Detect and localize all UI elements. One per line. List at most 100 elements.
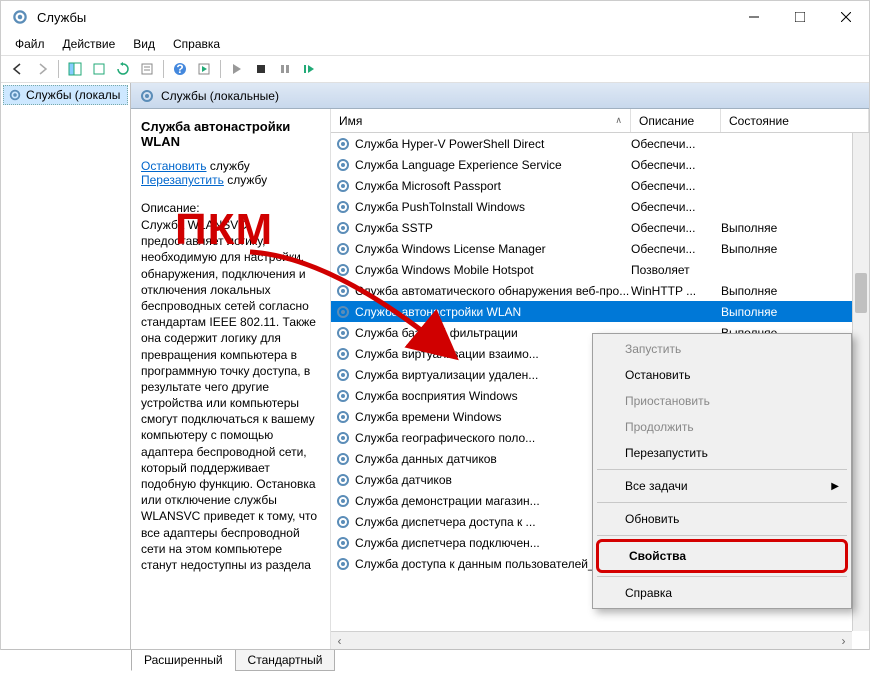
scroll-right-icon[interactable]: › bbox=[835, 634, 852, 648]
scroll-left-icon[interactable]: ‹ bbox=[331, 634, 348, 648]
refresh-button[interactable] bbox=[112, 58, 134, 80]
services-app-icon bbox=[11, 8, 29, 26]
gear-icon bbox=[8, 88, 22, 102]
menu-view[interactable]: Вид bbox=[125, 35, 163, 53]
service-row[interactable]: Служба PushToInstall WindowsОбеспечи... bbox=[331, 196, 852, 217]
stop-link[interactable]: Остановить bbox=[141, 159, 207, 173]
properties-button[interactable] bbox=[136, 58, 158, 80]
column-state[interactable]: Состояние bbox=[721, 109, 869, 132]
ctx-refresh[interactable]: Обновить bbox=[595, 506, 849, 532]
ctx-restart[interactable]: Перезапустить bbox=[595, 440, 849, 466]
menubar: Файл Действие Вид Справка bbox=[1, 33, 869, 55]
pane-header: Службы (локальные) bbox=[131, 83, 869, 109]
pane-header-text: Службы (локальные) bbox=[161, 89, 279, 103]
pause-button[interactable] bbox=[274, 58, 296, 80]
tree-node-label: Службы (локалы bbox=[26, 88, 120, 102]
restart-link[interactable]: Перезапустить bbox=[141, 173, 224, 187]
service-row[interactable]: Служба Windows License ManagerОбеспечи..… bbox=[331, 238, 852, 259]
gear-icon bbox=[335, 346, 351, 362]
ctx-all-tasks[interactable]: Все задачи ▶ bbox=[595, 473, 849, 499]
ctx-start: Запустить bbox=[595, 336, 849, 362]
gear-icon bbox=[139, 88, 155, 104]
titlebar: Службы bbox=[1, 1, 869, 33]
service-state: Выполняе bbox=[721, 221, 848, 235]
service-name: Служба автоматического обнаружения веб-п… bbox=[355, 284, 631, 298]
gear-icon bbox=[335, 136, 351, 152]
service-row[interactable]: Служба Language Experience ServiceОбеспе… bbox=[331, 154, 852, 175]
maximize-button[interactable] bbox=[777, 1, 823, 33]
play-button[interactable] bbox=[226, 58, 248, 80]
close-button[interactable] bbox=[823, 1, 869, 33]
gear-icon bbox=[335, 514, 351, 530]
service-row[interactable]: Служба Microsoft PassportОбеспечи... bbox=[331, 175, 852, 196]
ctx-resume: Продолжить bbox=[595, 414, 849, 440]
menu-help[interactable]: Справка bbox=[165, 35, 228, 53]
list-header: Имя ∧ Описание Состояние bbox=[331, 109, 869, 133]
service-desc: Обеспечи... bbox=[631, 179, 721, 193]
help-button[interactable]: ? bbox=[169, 58, 191, 80]
service-state: Выполняе bbox=[721, 242, 848, 256]
service-name: Служба времени Windows bbox=[355, 410, 631, 424]
stop-button[interactable] bbox=[250, 58, 272, 80]
gear-icon bbox=[335, 178, 351, 194]
bottom-tabs: Расширенный Стандартный bbox=[1, 649, 869, 673]
column-name[interactable]: Имя ∧ bbox=[331, 109, 631, 132]
service-state: Выполняе bbox=[721, 305, 848, 319]
service-name: Служба доступа к данным пользователей_dч… bbox=[355, 557, 631, 571]
service-row[interactable]: Служба автоматического обнаружения веб-п… bbox=[331, 280, 852, 301]
service-name: Служба виртуализации взаимо... bbox=[355, 347, 631, 361]
service-row[interactable]: Служба Windows Mobile HotspotПозволяет bbox=[331, 259, 852, 280]
service-name: Служба датчиков bbox=[355, 473, 631, 487]
minimize-button[interactable] bbox=[731, 1, 777, 33]
menu-action[interactable]: Действие bbox=[55, 35, 124, 53]
service-desc: Позволяет bbox=[631, 263, 721, 277]
service-desc: WinHTTP ... bbox=[631, 284, 721, 298]
service-desc: Обеспечи... bbox=[631, 200, 721, 214]
tree-node-services[interactable]: Службы (локалы bbox=[3, 85, 128, 105]
service-name: Служба виртуализации удален... bbox=[355, 368, 631, 382]
column-description[interactable]: Описание bbox=[631, 109, 721, 132]
service-desc: Обеспечи... bbox=[631, 158, 721, 172]
submenu-arrow-icon: ▶ bbox=[831, 481, 839, 492]
show-hide-tree-button[interactable] bbox=[64, 58, 86, 80]
start-service-button[interactable] bbox=[193, 58, 215, 80]
tab-extended[interactable]: Расширенный bbox=[131, 650, 236, 671]
gear-icon bbox=[335, 430, 351, 446]
toolbar: ? bbox=[1, 55, 869, 83]
vertical-scrollbar[interactable] bbox=[852, 133, 869, 631]
service-row[interactable]: Служба Hyper-V PowerShell DirectОбеспечи… bbox=[331, 133, 852, 154]
gear-icon bbox=[335, 304, 351, 320]
service-name: Служба данных датчиков bbox=[355, 452, 631, 466]
service-desc: Обеспечи... bbox=[631, 242, 721, 256]
menu-file[interactable]: Файл bbox=[7, 35, 53, 53]
service-name: Служба Hyper-V PowerShell Direct bbox=[355, 137, 631, 151]
service-name: Служба Microsoft Passport bbox=[355, 179, 631, 193]
service-desc: Обеспечи... bbox=[631, 137, 721, 151]
export-button[interactable] bbox=[88, 58, 110, 80]
gear-icon bbox=[335, 409, 351, 425]
detail-title: Служба автонастройки WLAN bbox=[141, 119, 320, 149]
description-label: Описание: bbox=[141, 201, 320, 215]
service-name: Служба базовой фильтрации bbox=[355, 326, 631, 340]
horizontal-scrollbar[interactable]: ‹ › bbox=[331, 631, 852, 649]
ctx-properties[interactable]: Свойства bbox=[599, 542, 845, 570]
service-name: Служба демонстрации магазин... bbox=[355, 494, 631, 508]
service-name: Служба Windows License Manager bbox=[355, 242, 631, 256]
description-text: Служба WLANSVC предоставляет логику, нео… bbox=[141, 217, 320, 573]
forward-button[interactable] bbox=[31, 58, 53, 80]
gear-icon bbox=[335, 451, 351, 467]
detail-pane: Служба автонастройки WLAN Остановить слу… bbox=[131, 109, 331, 649]
service-name: Служба Windows Mobile Hotspot bbox=[355, 263, 631, 277]
gear-icon bbox=[335, 241, 351, 257]
tab-standard[interactable]: Стандартный bbox=[235, 650, 336, 671]
gear-icon bbox=[335, 493, 351, 509]
ctx-stop[interactable]: Остановить bbox=[595, 362, 849, 388]
scrollbar-thumb[interactable] bbox=[855, 273, 867, 313]
service-desc: Обеспечи... bbox=[631, 221, 721, 235]
ctx-help[interactable]: Справка bbox=[595, 580, 849, 606]
service-row[interactable]: Служба SSTPОбеспечи...Выполняе bbox=[331, 217, 852, 238]
restart-button[interactable] bbox=[298, 58, 320, 80]
service-name: Служба автонастройки WLAN bbox=[355, 305, 631, 319]
service-row[interactable]: Служба автонастройки WLAN Выполняе bbox=[331, 301, 852, 322]
back-button[interactable] bbox=[7, 58, 29, 80]
